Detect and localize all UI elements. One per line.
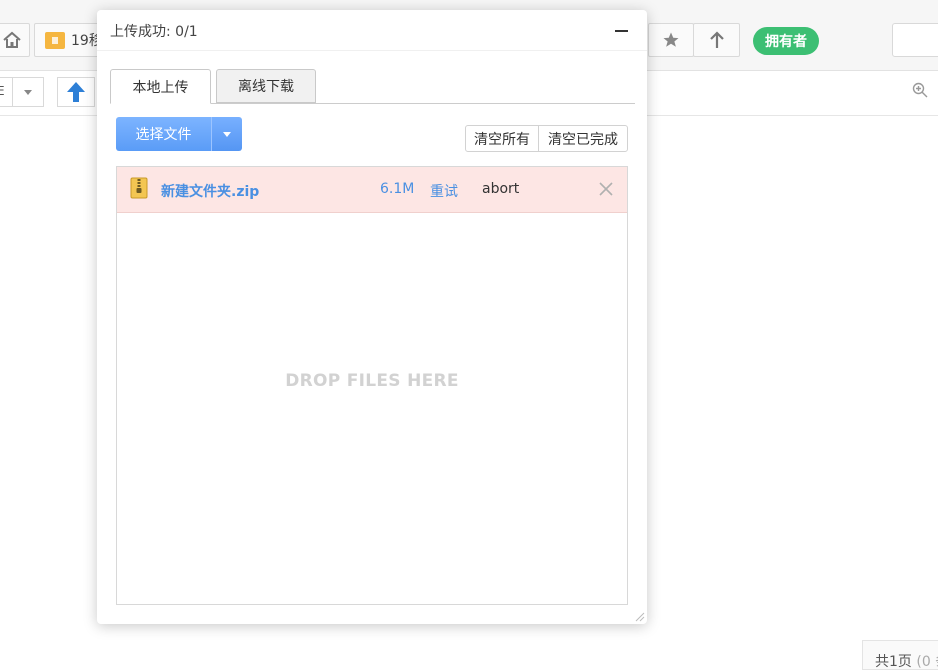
zoom-in-icon[interactable] — [912, 82, 928, 98]
select-files-dropdown[interactable] — [211, 117, 242, 151]
pagination-info: 共1页 (0 条 — [862, 640, 938, 670]
file-name: 新建文件夹.zip — [161, 184, 260, 200]
view-dropdown[interactable]: E — [0, 77, 44, 107]
home-icon — [3, 31, 21, 48]
upload-button[interactable] — [57, 77, 95, 107]
minimize-icon — [615, 30, 628, 32]
upload-tabs: 本地上传 离线下载 — [110, 69, 635, 104]
dropdown-divider — [12, 78, 13, 106]
tab-offline-download[interactable]: 离线下载 — [216, 69, 316, 103]
chevron-down-icon — [24, 90, 32, 95]
file-status: abort — [482, 181, 520, 197]
zip-file-icon — [130, 177, 148, 199]
item-count: (0 条 — [916, 654, 938, 670]
chevron-down-icon — [223, 132, 231, 137]
search-input[interactable] — [892, 23, 938, 57]
upload-file-row: 新建文件夹.zip 6.1M 重试 abort — [117, 167, 627, 213]
file-drop-zone[interactable]: 新建文件夹.zip 6.1M 重试 abort DROP FILES HERE — [116, 166, 628, 605]
tab-local-upload[interactable]: 本地上传 — [110, 69, 211, 104]
page-count: 共1页 — [875, 654, 912, 670]
dialog-header[interactable]: 上传成功: 0/1 — [97, 10, 647, 51]
drop-files-hint: DROP FILES HERE — [285, 371, 459, 391]
star-icon — [663, 32, 679, 47]
upload-dialog: 上传成功: 0/1 本地上传 离线下载 选择文件 清空所有 清空已完成 新建文件… — [97, 10, 647, 624]
view-dropdown-label: E — [0, 84, 5, 98]
arrow-up-icon — [709, 31, 724, 48]
parent-folder-button[interactable] — [693, 23, 740, 57]
owner-badge: 拥有者 — [753, 27, 819, 55]
dialog-title: 上传成功: 0/1 — [110, 24, 198, 40]
favorite-button[interactable] — [648, 23, 694, 57]
upload-arrow-icon — [67, 82, 85, 102]
retry-link[interactable]: 重试 — [430, 181, 458, 201]
home-button[interactable] — [0, 23, 30, 57]
resize-grip-icon[interactable] — [633, 610, 645, 622]
file-size: 6.1M — [380, 181, 415, 197]
clear-completed-button[interactable]: 清空已完成 — [538, 125, 628, 152]
folder-icon — [45, 31, 65, 49]
close-icon[interactable] — [597, 180, 615, 198]
minimize-button[interactable] — [612, 20, 632, 40]
clear-all-button[interactable]: 清空所有 — [465, 125, 539, 152]
select-files-button[interactable]: 选择文件 — [116, 117, 211, 151]
